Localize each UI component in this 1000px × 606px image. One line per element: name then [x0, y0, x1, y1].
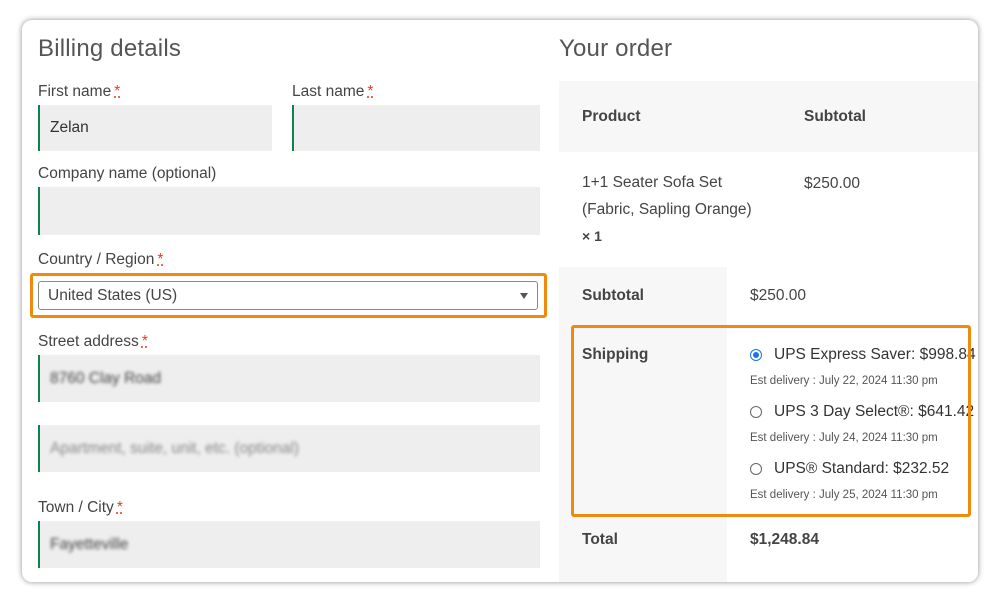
country-select[interactable]: United States (US): [38, 281, 538, 310]
shipping-estimate: Est delivery : July 22, 2024 11:30 pm: [750, 375, 938, 387]
total-value-cell: [727, 520, 978, 582]
street-address-line2-input[interactable]: Apartment, suite, unit, etc. (optional): [38, 425, 540, 472]
subtotal-label: Subtotal: [582, 287, 644, 304]
total-value: $1,248.84: [750, 531, 819, 548]
radio-icon[interactable]: [750, 463, 762, 475]
company-label: Company name (optional): [38, 165, 217, 182]
street-label: Street address *: [38, 333, 148, 350]
required-mark: *: [116, 499, 123, 516]
shipping-estimate: Est delivery : July 24, 2024 11:30 pm: [750, 432, 938, 444]
shipping-option-express-saver[interactable]: UPS Express Saver: $998.84: [750, 346, 976, 364]
order-item-price: $250.00: [804, 175, 861, 192]
shipping-label: Shipping: [582, 346, 649, 363]
shipping-option-label: UPS Express Saver: $998.84: [774, 346, 976, 363]
city-value: Fayetteville: [50, 535, 129, 553]
city-label: Town / City *: [38, 499, 123, 516]
first-name-input[interactable]: [38, 105, 272, 151]
order-section: Your order Product Subtotal 1+1 Seater S…: [559, 20, 978, 582]
required-mark: *: [367, 83, 374, 100]
country-label: Country / Region *: [38, 251, 164, 268]
street-address-value: 8760 Clay Road: [50, 369, 162, 387]
shipping-estimate: Est delivery : July 25, 2024 11:30 pm: [750, 489, 938, 501]
company-input[interactable]: [38, 187, 540, 235]
total-label: Total: [582, 531, 618, 548]
last-name-label: Last name *: [292, 83, 374, 100]
checkout-frame: Billing details First name* Last name* C…: [22, 20, 978, 582]
total-label-cell: [559, 520, 727, 582]
street-address-input[interactable]: 8760 Clay Road: [38, 355, 540, 402]
shipping-option-3-day-select[interactable]: UPS 3 Day Select®: $641.42: [750, 403, 974, 421]
chevron-down-icon: [520, 292, 528, 299]
subtotal-value: $250.00: [750, 287, 807, 304]
order-item-qty: × 1: [582, 228, 602, 244]
billing-heading: Billing details: [38, 35, 182, 62]
required-mark: *: [114, 83, 121, 100]
first-name-label: First name *: [38, 83, 121, 100]
shipping-option-standard[interactable]: UPS® Standard: $232.52: [750, 460, 949, 478]
order-item-name: 1+1 Seater Sofa Set (Fabric, Sapling Ora…: [582, 169, 752, 250]
required-mark: *: [157, 251, 164, 268]
last-name-input[interactable]: [292, 105, 540, 151]
shipping-option-label: UPS 3 Day Select®: $641.42: [774, 403, 975, 420]
required-mark: *: [141, 333, 148, 350]
col-subtotal-header: Subtotal: [804, 108, 866, 125]
radio-icon[interactable]: [750, 406, 762, 418]
col-product-header: Product: [582, 108, 641, 125]
shipping-option-label: UPS® Standard: $232.52: [774, 460, 950, 477]
radio-selected-icon[interactable]: [750, 349, 762, 361]
country-select-value: United States (US): [48, 286, 178, 304]
city-input[interactable]: Fayetteville: [38, 521, 540, 568]
street-address-line2-placeholder: Apartment, suite, unit, etc. (optional): [50, 439, 299, 457]
order-heading: Your order: [559, 35, 673, 62]
